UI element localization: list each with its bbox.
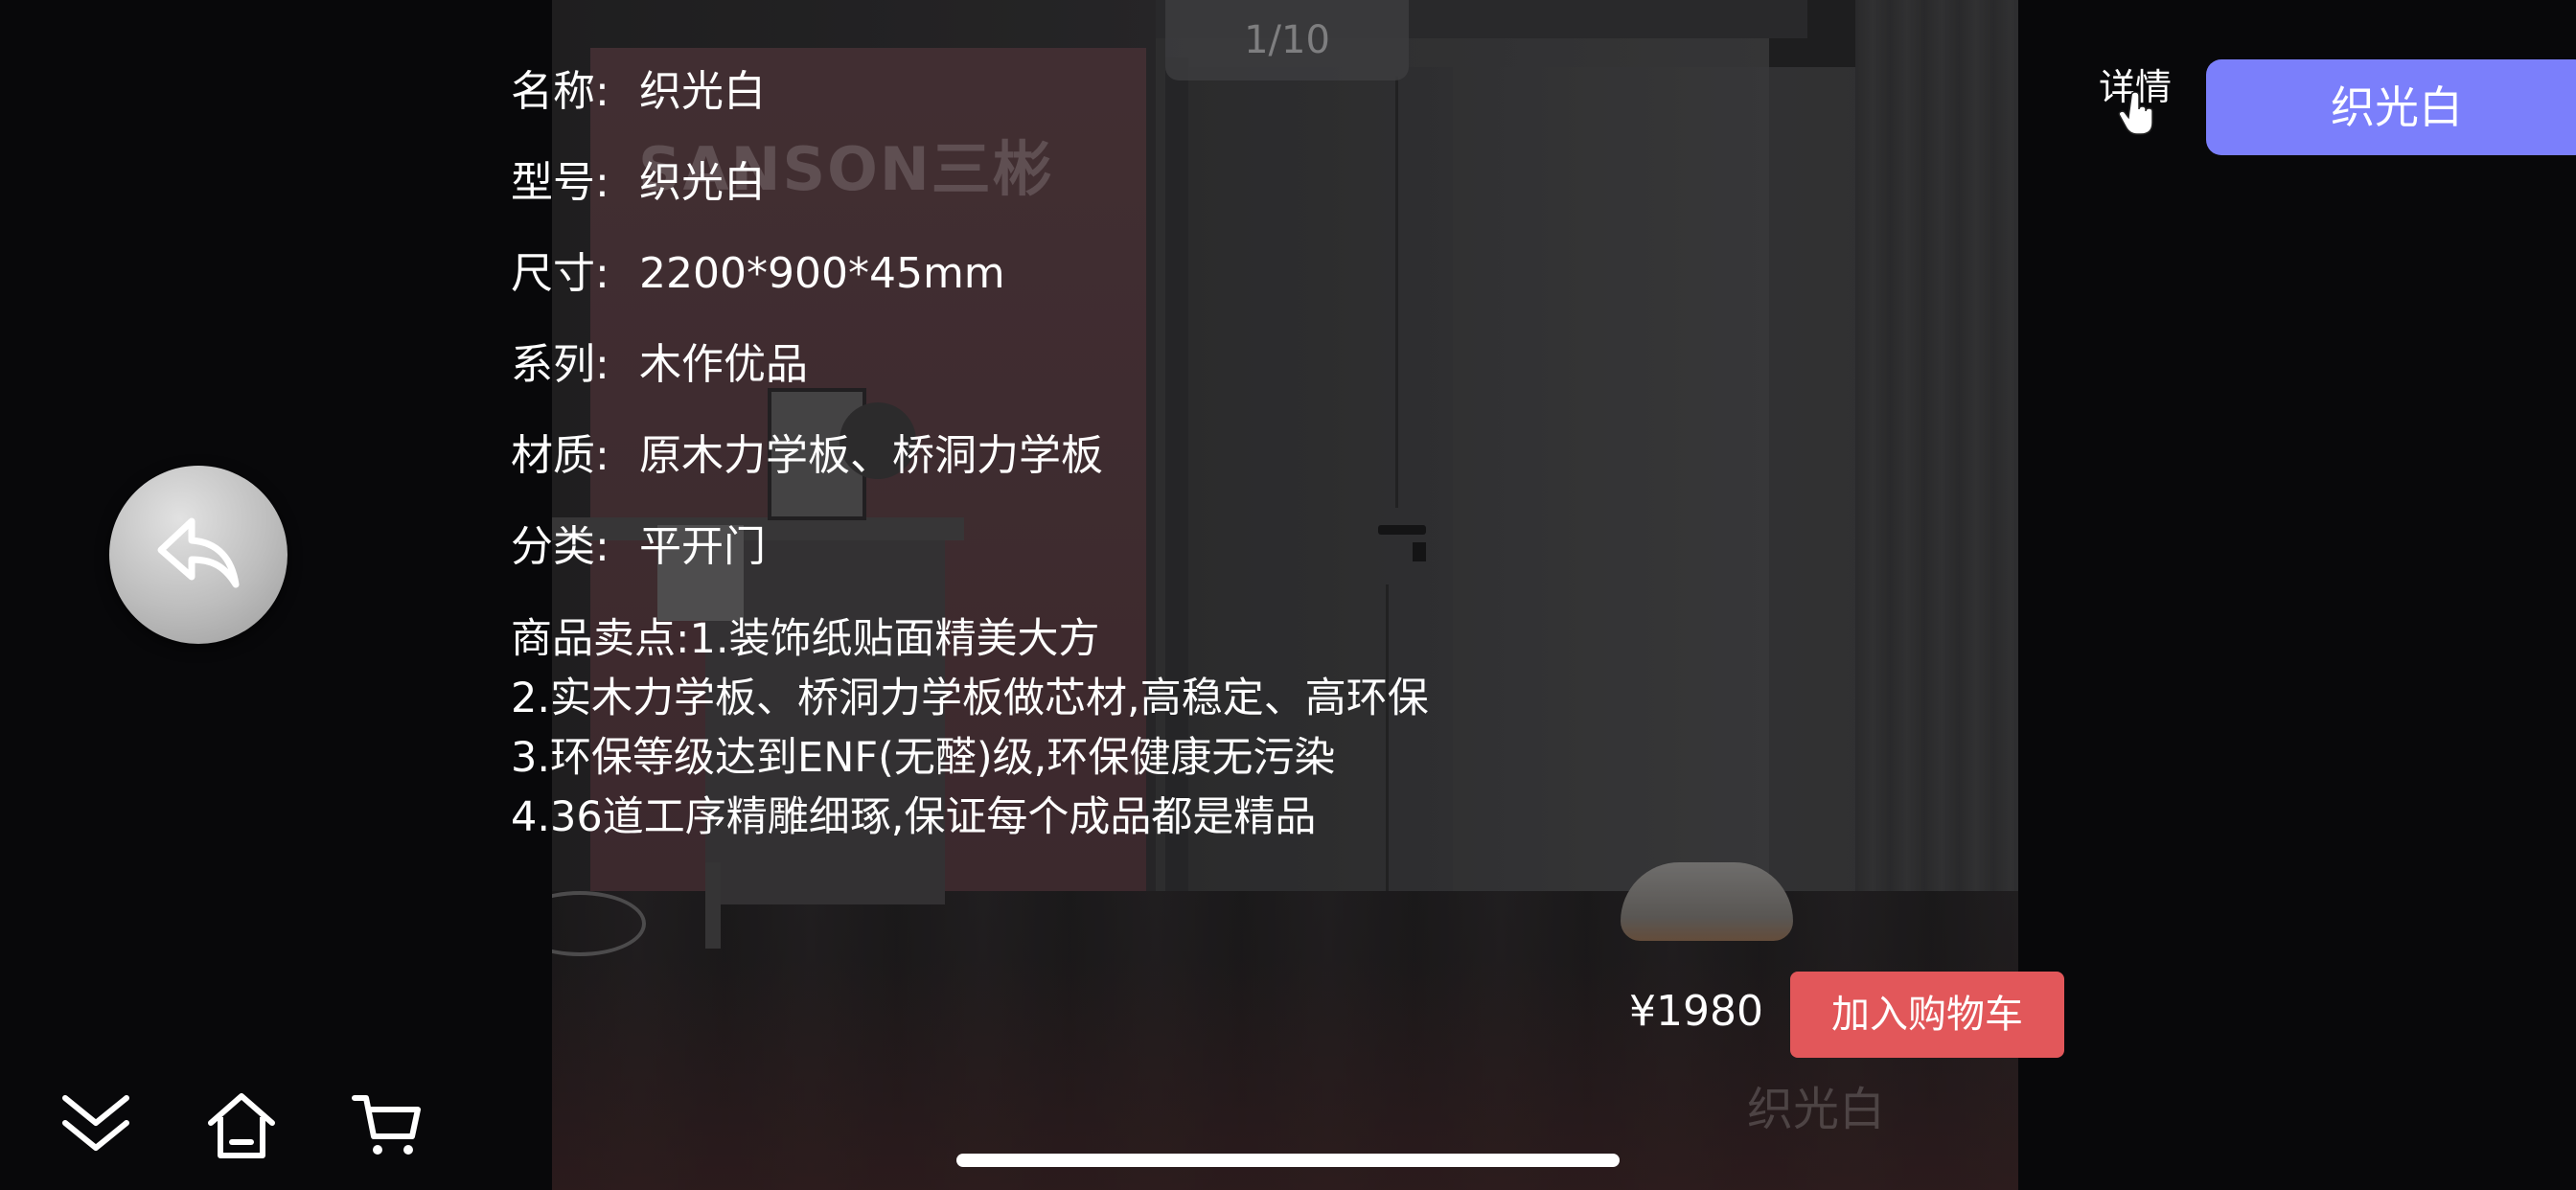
model-value: 织光白 [639, 158, 766, 207]
info-row-model: 型号: 织光白 [511, 154, 766, 212]
info-row-size: 尺寸: 2200*900*45mm [511, 245, 1005, 303]
series-label: 系列: [511, 340, 610, 389]
size-value: 2200*900*45mm [639, 249, 1005, 298]
info-row-category: 分类: 平开门 [511, 518, 766, 576]
series-value: 木作优品 [639, 340, 808, 389]
page-counter: 1/10 [1165, 0, 1409, 80]
product-viewer-screen: SANSON三彬 织光白 1/10 名称: 织光白 型号: 织光白 尺寸: 2200*… [0, 0, 2576, 1190]
add-to-cart-button[interactable]: 加入购物车 [1790, 972, 2064, 1058]
selling-point-line: 商品卖点:1.装饰纸贴面精美大方 [511, 615, 1100, 663]
name-value: 织光白 [639, 67, 766, 116]
back-button[interactable] [109, 466, 288, 644]
model-label: 型号: [511, 158, 610, 207]
back-arrow-icon [157, 517, 240, 588]
scene-caption: 织光白 [1747, 1083, 1886, 1136]
material-value: 原木力学板、桥洞力学板 [639, 431, 1103, 480]
material-label: 材质: [511, 431, 610, 480]
selling-point-line: 2.实木力学板、桥洞力学板做芯材,高稳定、高环保 [511, 675, 1429, 722]
info-row-material: 材质: 原木力学板、桥洞力学板 [511, 427, 1103, 485]
info-row-series: 系列: 木作优品 [511, 336, 808, 394]
variant-select-button[interactable]: 织光白 [2206, 59, 2576, 155]
home-icon[interactable] [205, 1088, 278, 1161]
selling-points: 商品卖点:1.装饰纸贴面精美大方 2.实木力学板、桥洞力学板做芯材,高稳定、高环… [511, 609, 1429, 847]
category-value: 平开门 [639, 522, 766, 571]
double-chevron-down-icon[interactable] [59, 1088, 132, 1161]
price-label: ¥1980 [1629, 987, 1763, 1036]
shopping-cart-icon[interactable] [351, 1088, 424, 1161]
hand-pointer-icon [2118, 92, 2153, 135]
selling-point-line: 4.36道工序精雕细琢,保证每个成品都是精品 [511, 793, 1317, 841]
category-label: 分类: [511, 522, 610, 571]
size-label: 尺寸: [511, 249, 610, 298]
name-label: 名称: [511, 67, 610, 116]
home-indicator-bar[interactable] [956, 1154, 1620, 1167]
selling-point-line: 3.环保等级达到ENF(无醛)级,环保健康无污染 [511, 734, 1336, 782]
info-row-name: 名称: 织光白 [511, 63, 766, 121]
